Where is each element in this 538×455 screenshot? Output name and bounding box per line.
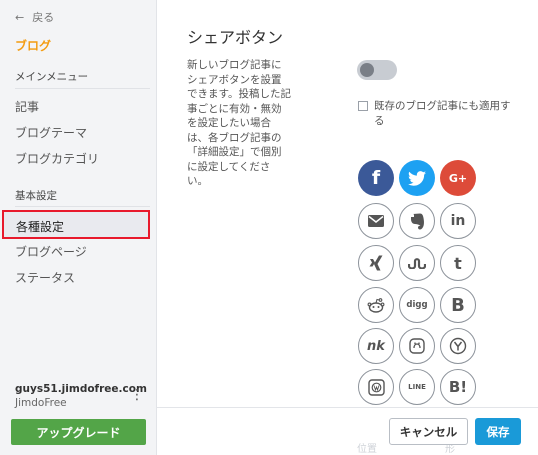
sidebar-item-blog-theme[interactable]: ブログテーマ — [15, 124, 87, 141]
mixi-icon — [409, 338, 425, 354]
wordpress-share-button[interactable] — [358, 369, 394, 405]
sidebar-item-settings[interactable]: 各種設定 — [2, 210, 150, 239]
account-domain: guys51.jimdofree.com — [15, 383, 147, 395]
twitter-share-button[interactable] — [399, 160, 435, 196]
description-text: 新しいブログ記事にシェアボタンを設置できます。投稿した記事ごとに有効・無効を設定… — [187, 59, 291, 187]
hatena-icon: B! — [448, 378, 468, 396]
sidebar-item-blog-page[interactable]: ブログページ — [15, 243, 87, 260]
apply-existing-checkbox[interactable] — [358, 101, 368, 111]
tumblr-icon: t — [454, 253, 462, 273]
xing-share-button[interactable] — [358, 245, 394, 281]
sidebar-item-status[interactable]: ステータス — [15, 269, 75, 286]
blogger-icon: B — [451, 294, 465, 316]
faded-label: 位置 — [357, 444, 377, 455]
blogger-share-button[interactable]: B — [440, 287, 476, 323]
yahoo-icon — [449, 337, 467, 355]
reddit-icon — [367, 297, 385, 313]
wordpress-icon — [367, 378, 385, 396]
newsvine-share-button[interactable]: nk — [358, 328, 394, 364]
email-icon — [368, 215, 384, 227]
linkedin-share-button[interactable]: in — [440, 203, 476, 239]
kebab-menu-icon[interactable]: ⋮ — [130, 388, 144, 402]
account-plan: JimdoFree — [15, 397, 67, 409]
sidebar-item-articles[interactable]: 記事 — [15, 98, 39, 115]
line-icon: LINE — [408, 383, 426, 391]
apply-existing-option: 既存のブログ記事にも適用する — [358, 99, 518, 129]
digg-share-button[interactable]: digg — [399, 287, 435, 323]
newsvine-icon: nk — [367, 338, 385, 354]
yahoo-share-button[interactable] — [440, 328, 476, 364]
stumbleupon-icon — [408, 258, 426, 269]
tumblr-share-button[interactable]: t — [440, 245, 476, 281]
hatena-share-button[interactable]: B! — [440, 369, 476, 405]
page-title: シェアボタン — [187, 28, 284, 47]
upgrade-button[interactable]: アップグレード — [11, 419, 146, 445]
google-plus-icon: G+ — [448, 171, 468, 185]
main-menu-heading: メインメニュー — [15, 71, 89, 83]
arrow-left-icon: ← — [15, 10, 25, 24]
mixi-share-button[interactable] — [399, 328, 435, 364]
cancel-button[interactable]: キャンセル — [389, 418, 468, 445]
divider — [15, 88, 150, 89]
sidebar-item-blog-category[interactable]: ブログカテゴリ — [15, 150, 99, 167]
email-share-button[interactable] — [358, 203, 394, 239]
linkedin-icon: in — [450, 213, 466, 229]
line-share-button[interactable]: LINE — [399, 369, 435, 405]
sidebar-brand[interactable]: ブログ — [15, 37, 51, 54]
account-info: guys51.jimdofree.com JimdoFree — [15, 383, 147, 409]
facebook-share-button[interactable]: f — [358, 160, 394, 196]
evernote-icon — [410, 213, 424, 229]
sidebar: ← 戻る ブログ メインメニュー 記事 ブログテーマ ブログカテゴリ 基本設定 … — [0, 0, 157, 455]
checkbox-label: 既存のブログ記事にも適用する — [374, 100, 511, 127]
reddit-share-button[interactable] — [358, 287, 394, 323]
save-button[interactable]: 保存 — [475, 418, 521, 445]
digg-icon: digg — [406, 300, 428, 310]
share-toggle[interactable] — [357, 60, 397, 80]
basic-settings-heading: 基本設定 — [15, 190, 57, 202]
xing-icon — [369, 255, 383, 271]
facebook-icon: f — [371, 167, 381, 189]
back-label: 戻る — [32, 11, 55, 24]
divider — [15, 206, 150, 207]
google-plus-share-button[interactable]: G+ — [440, 160, 476, 196]
toggle-knob — [360, 63, 374, 77]
stumbleupon-share-button[interactable] — [399, 245, 435, 281]
twitter-icon — [408, 170, 426, 186]
back-link[interactable]: ← 戻る — [15, 9, 54, 25]
evernote-share-button[interactable] — [399, 203, 435, 239]
sidebar-item-label: 各種設定 — [16, 220, 65, 234]
